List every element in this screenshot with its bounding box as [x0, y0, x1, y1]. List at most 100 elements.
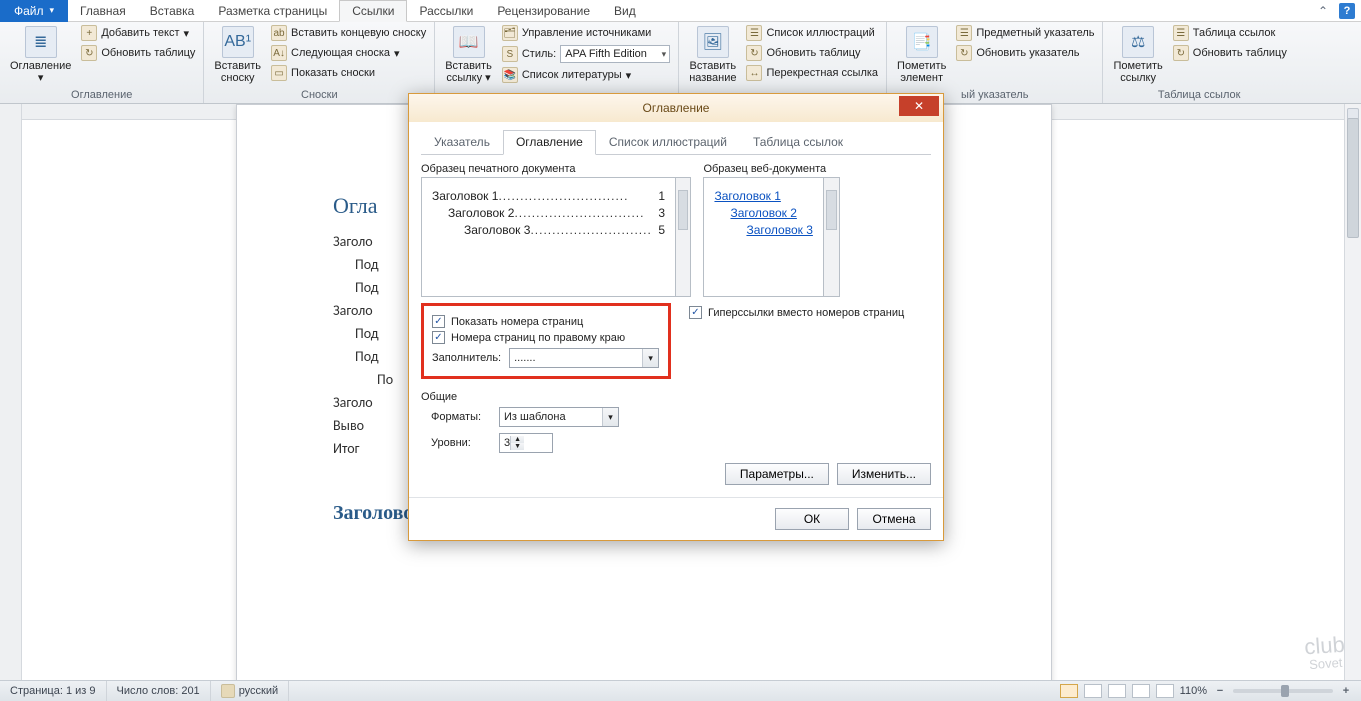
- zoom-slider[interactable]: [1233, 689, 1333, 693]
- bibliography-button[interactable]: 📚Список литературы ▾: [500, 66, 672, 84]
- preview-scrollbar[interactable]: [676, 177, 691, 297]
- status-page[interactable]: Страница: 1 из 9: [0, 681, 107, 701]
- view-web-icon[interactable]: [1108, 684, 1126, 698]
- chevron-down-icon: ▾: [602, 408, 618, 426]
- dlg-tab-toa[interactable]: Таблица ссылок: [740, 130, 856, 154]
- manage-sources-icon: 🗂: [502, 25, 518, 41]
- tab-review[interactable]: Рецензирование: [485, 0, 602, 22]
- formats-combo[interactable]: Из шаблона▾: [499, 407, 619, 427]
- group-label-footnotes: Сноски: [210, 89, 428, 103]
- chk-show-page-numbers[interactable]: [432, 315, 445, 328]
- zoom-in-button[interactable]: +: [1339, 685, 1353, 697]
- dlg-tab-index[interactable]: Указатель: [421, 130, 503, 154]
- tab-references[interactable]: Ссылки: [339, 0, 407, 22]
- tab-file[interactable]: Файл▾: [0, 0, 68, 22]
- chk-right-align-numbers[interactable]: [432, 331, 445, 344]
- status-bar: Страница: 1 из 9 Число слов: 201 русский…: [0, 680, 1361, 701]
- insert-footnote-button[interactable]: AB¹ Вставитьсноску: [210, 24, 265, 86]
- dialog-close-button[interactable]: ✕: [899, 96, 939, 116]
- caption-icon: 🖼: [697, 26, 729, 58]
- crossref-icon: ↔: [746, 65, 762, 81]
- insert-index-button[interactable]: ☰Предметный указатель: [954, 24, 1096, 42]
- insert-endnote-button[interactable]: abВставить концевую сноску: [269, 24, 428, 42]
- cross-reference-button[interactable]: ↔Перекрестная ссылка: [744, 64, 880, 82]
- chevron-down-icon: ▾: [642, 349, 658, 367]
- modify-button[interactable]: Изменить...: [837, 463, 931, 485]
- endnote-icon: ab: [271, 25, 287, 41]
- main-tabs: Файл▾ Главная Вставка Разметка страницы …: [0, 0, 1361, 22]
- web-preview-label: Образец веб-документа: [703, 163, 931, 175]
- table-figures-button[interactable]: ☰Список иллюстраций: [744, 24, 880, 42]
- scrollbar-vertical[interactable]: [1344, 104, 1361, 680]
- web-preview: Заголовок 1Заголовок 2Заголовок 3: [703, 177, 823, 297]
- refresh-icon: ↻: [746, 45, 762, 61]
- spinner-up-icon[interactable]: ▲: [511, 436, 524, 443]
- levels-label: Уровни:: [431, 437, 491, 449]
- tab-layout[interactable]: Разметка страницы: [206, 0, 339, 22]
- dlg-tab-toc[interactable]: Оглавление: [503, 130, 596, 155]
- print-preview: Заголовок 1 ............................…: [421, 177, 676, 297]
- levels-spinner[interactable]: 3▲▼: [499, 433, 553, 453]
- highlighted-options: Показать номера страниц Номера страниц п…: [421, 303, 671, 379]
- tab-view[interactable]: Вид: [602, 0, 648, 22]
- footnote-icon: AB¹: [222, 26, 254, 58]
- options-button[interactable]: Параметры...: [725, 463, 829, 485]
- mark-citation-button[interactable]: ⚖ Пометитьссылку: [1109, 24, 1166, 86]
- ok-button[interactable]: ОК: [775, 508, 849, 530]
- spinner-down-icon[interactable]: ▼: [511, 443, 524, 450]
- update-tof-button[interactable]: ↻Обновить таблицу: [744, 44, 880, 62]
- tof-icon: ☰: [746, 25, 762, 41]
- citation-style-select[interactable]: SСтиль: APA Fifth Edition: [500, 44, 672, 64]
- leader-combo[interactable]: .......▾: [509, 348, 659, 368]
- add-text-icon: +: [81, 25, 97, 41]
- status-word-count[interactable]: Число слов: 201: [107, 681, 211, 701]
- zoom-slider-thumb[interactable]: [1281, 685, 1289, 697]
- formats-label: Форматы:: [431, 411, 491, 423]
- style-value[interactable]: APA Fifth Edition: [560, 45, 670, 63]
- scrollbar-thumb[interactable]: [1347, 118, 1359, 238]
- cancel-button[interactable]: Отмена: [857, 508, 931, 530]
- toc-dialog: Оглавление ? ✕ Указатель Оглавление Спис…: [408, 93, 944, 541]
- update-toc-button[interactable]: ↻Обновить таблицу: [79, 44, 197, 62]
- language-icon: [221, 684, 235, 698]
- tab-home[interactable]: Главная: [68, 0, 138, 22]
- refresh-icon: ↻: [956, 45, 972, 61]
- view-fullscreen-icon[interactable]: [1084, 684, 1102, 698]
- view-draft-icon[interactable]: [1156, 684, 1174, 698]
- style-icon: S: [502, 46, 518, 62]
- chk-hyperlinks[interactable]: [689, 306, 702, 319]
- toc-button[interactable]: ≣ Оглавление▾: [6, 24, 75, 86]
- add-text-button[interactable]: +Добавить текст ▾: [79, 24, 197, 42]
- next-footnote-icon: A↓: [271, 45, 287, 61]
- insert-caption-button[interactable]: 🖼 Вставитьназвание: [685, 24, 740, 86]
- dlg-tab-tof[interactable]: Список иллюстраций: [596, 130, 740, 154]
- chevron-down-icon: ▾: [50, 5, 55, 16]
- help-icon[interactable]: ?: [1339, 3, 1355, 19]
- view-outline-icon[interactable]: [1132, 684, 1150, 698]
- ribbon-minimize-icon[interactable]: ⌃: [1315, 3, 1331, 19]
- print-preview-label: Образец печатного документа: [421, 163, 691, 175]
- tab-insert[interactable]: Вставка: [138, 0, 207, 22]
- preview-scrollbar[interactable]: [824, 177, 840, 297]
- group-label-toa: Таблица ссылок: [1109, 89, 1288, 103]
- insert-toa-button[interactable]: ☰Таблица ссылок: [1171, 24, 1289, 42]
- show-notes-icon: ▭: [271, 65, 287, 81]
- manage-sources-button[interactable]: 🗂Управление источниками: [500, 24, 672, 42]
- zoom-value[interactable]: 110%: [1180, 685, 1207, 697]
- mark-citation-icon: ⚖: [1122, 26, 1154, 58]
- tab-mailings[interactable]: Рассылки: [407, 0, 485, 22]
- toc-icon: ≣: [25, 26, 57, 58]
- update-index-button[interactable]: ↻Обновить указатель: [954, 44, 1096, 62]
- view-print-layout-icon[interactable]: [1060, 684, 1078, 698]
- leader-label: Заполнитель:: [432, 352, 501, 364]
- insert-citation-button[interactable]: 📖 Вставитьссылку ▾: [441, 24, 496, 86]
- mark-entry-button[interactable]: 📑 Пометитьэлемент: [893, 24, 950, 86]
- status-language[interactable]: русский: [211, 681, 289, 701]
- update-toa-button[interactable]: ↻Обновить таблицу: [1171, 44, 1289, 62]
- next-footnote-button[interactable]: A↓Следующая сноска ▾: [269, 44, 428, 62]
- ribbon: ≣ Оглавление▾ +Добавить текст ▾ ↻Обновит…: [0, 22, 1361, 104]
- zoom-out-button[interactable]: −: [1213, 685, 1227, 697]
- general-label: Общие: [421, 391, 931, 403]
- show-notes-button[interactable]: ▭Показать сноски: [269, 64, 428, 82]
- dialog-titlebar[interactable]: Оглавление ? ✕: [409, 94, 943, 122]
